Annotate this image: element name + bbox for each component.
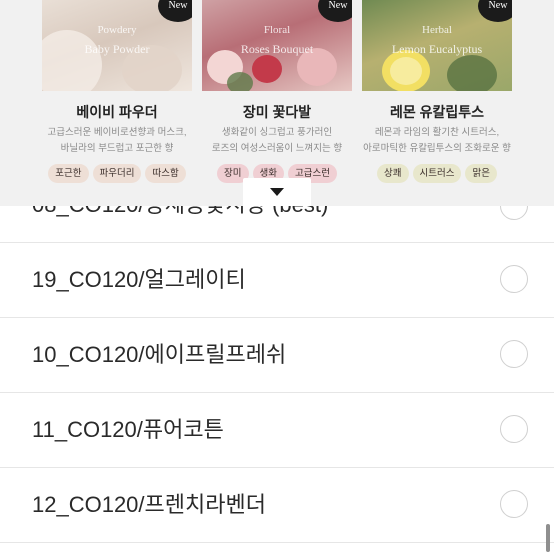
tag: 맑은 [465, 164, 497, 183]
image-title: Lemon Eucalyptus [391, 42, 483, 56]
caret-down-icon [270, 188, 284, 196]
description-line: 고급스러운 베이비로션향과 머스크, [47, 127, 187, 138]
product-card-baby-powder[interactable]: Powdery Baby Powder New 베이비 파우더 고급스러운 베이… [42, 0, 192, 206]
product-title: 레몬 유칼립투스 [389, 104, 485, 120]
tag-list: 상쾌 시트러스 맑은 [362, 164, 512, 183]
radio-circle-icon[interactable] [500, 415, 528, 443]
product-image: Floral Roses Bouquet New [202, 0, 352, 91]
option-row[interactable]: 19_CO120/얼그레이티 [0, 243, 554, 318]
image-title: Baby Powder [84, 42, 150, 56]
tag: 포근한 [48, 164, 89, 183]
image-title: Roses Bouquet [240, 42, 314, 56]
product-card-roses-bouquet[interactable]: Floral Roses Bouquet New 장미 꽃다발 생화같이 싱그럽… [202, 0, 352, 206]
image-subtitle: Herbal [422, 24, 452, 36]
product-card-lemon-eucalyptus[interactable]: Herbal Lemon Eucalyptus New 레몬 유칼립투스 레몬과… [362, 0, 512, 206]
option-label: 10_CO120/에이프릴프레쉬 [32, 342, 287, 367]
product-title: 장미 꽃다발 [242, 104, 312, 120]
radio-circle-icon[interactable] [500, 265, 528, 293]
description-line: 생화같이 싱그럽고 풍가러인 [221, 127, 333, 138]
description-line: 로즈의 여성스러움이 느껴지는 향 [211, 143, 343, 154]
option-label: 12_CO120/프렌치라벤더 [32, 492, 266, 517]
image-subtitle: Floral [263, 24, 291, 36]
new-badge: New [158, 0, 192, 22]
new-badge: New [478, 0, 512, 22]
radio-circle-icon[interactable] [500, 490, 528, 518]
new-badge: New [318, 0, 352, 22]
product-description: 레몬과 라임의 활기찬 시트러스, 아로마틱한 유칼립투스의 조화로운 향 [362, 125, 512, 157]
product-title: 베이비 파우더 [76, 104, 158, 120]
scrollbar[interactable] [546, 524, 550, 552]
product-image: Powdery Baby Powder New [42, 0, 192, 91]
tag: 상쾌 [377, 164, 409, 183]
option-label: 19_CO120/얼그레이티 [32, 267, 246, 292]
product-description: 생화같이 싱그럽고 풍가러인 로즈의 여성스러움이 느껴지는 향 [202, 125, 352, 157]
option-row[interactable]: 10_CO120/에이프릴프레쉬 [0, 318, 554, 393]
collapse-button[interactable] [243, 178, 311, 206]
option-label: 11_CO120/퓨어코튼 [32, 417, 224, 442]
image-subtitle: Powdery [97, 24, 137, 36]
product-overlay: Powdery Baby Powder New 베이비 파우더 고급스러운 베이… [0, 0, 554, 206]
description-line: 레몬과 라임의 활기찬 시트러스, [374, 127, 500, 138]
tag: 파우더리 [92, 164, 142, 183]
option-row[interactable]: 12_CO120/프렌치라벤더 [0, 468, 554, 543]
product-description: 고급스러운 베이비로션향과 머스크, 바닐라의 부드럽고 포근한 향 [42, 125, 192, 157]
radio-circle-icon[interactable] [500, 340, 528, 368]
tag: 시트러스 [412, 164, 462, 183]
option-row[interactable]: 11_CO120/퓨어코튼 [0, 393, 554, 468]
description-line: 바닐라의 부드럽고 포근한 향 [60, 143, 174, 154]
tag: 따스함 [145, 164, 186, 183]
tag-list: 포근한 파우더리 따스함 [42, 164, 192, 183]
description-line: 아로마틱한 유칼립투스의 조화로운 향 [363, 143, 511, 154]
product-image: Herbal Lemon Eucalyptus New [362, 0, 512, 91]
